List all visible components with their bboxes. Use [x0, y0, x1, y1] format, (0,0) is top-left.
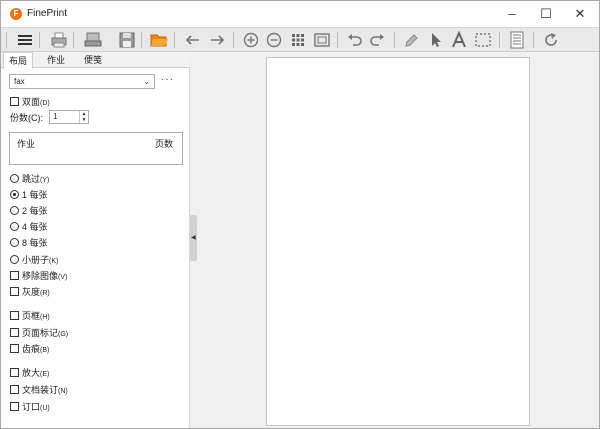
checkbox-box	[10, 368, 19, 377]
edit-icon[interactable]	[401, 31, 421, 49]
chevron-down-icon: ⌄	[143, 77, 150, 86]
forward-arrow-icon[interactable]	[207, 31, 227, 49]
refresh-icon[interactable]	[541, 31, 561, 49]
checkbox-box	[10, 402, 19, 411]
zoom-in-icon[interactable]	[241, 31, 261, 49]
duplex-checkbox[interactable]: 双面(D)	[10, 96, 50, 108]
tab-job[interactable]: 作业	[41, 52, 71, 68]
undo-icon[interactable]	[345, 31, 365, 49]
checkbox-box	[10, 311, 19, 320]
toolbar-separator	[233, 32, 234, 48]
checkbox-box	[10, 287, 19, 296]
toolbar-separator	[141, 32, 142, 48]
page-frame-checkbox[interactable]: 页框(H)	[10, 310, 50, 322]
job-column-header: 作业	[17, 139, 36, 149]
page-preview[interactable]	[266, 57, 530, 426]
layout-option-1up[interactable]: 1 每张	[10, 189, 48, 201]
toolbar-separator	[39, 32, 40, 48]
collapse-arrow-icon: ◀	[191, 235, 196, 241]
layout-option-booklet[interactable]: 小册子(K)	[10, 254, 58, 266]
radio-circle	[10, 174, 19, 183]
checkbox-box	[10, 328, 19, 337]
layout-option-8up[interactable]: 8 每张	[10, 237, 48, 249]
toolbar-separator	[337, 32, 338, 48]
layout-option-skip[interactable]: 跳过(Y)	[10, 173, 49, 185]
settings-panel: 布局 作业 便笺 fax ⌄ ··· 双面(D) 份数(C): 1 ▲ ▼ 作业 …	[1, 52, 190, 428]
save-icon[interactable]	[117, 31, 137, 49]
back-arrow-icon[interactable]	[183, 31, 203, 49]
tab-notes[interactable]: 便笺	[78, 52, 108, 68]
toolbar-separator	[533, 32, 534, 48]
redo-icon[interactable]	[367, 31, 387, 49]
checkbox-box	[10, 97, 19, 106]
document-icon[interactable]	[507, 31, 527, 49]
form-selector[interactable]: fax ⌄	[9, 74, 155, 89]
copies-label: 份数(C):	[10, 113, 43, 123]
pointer-icon[interactable]	[425, 31, 445, 49]
toolbar	[1, 27, 599, 52]
open-folder-icon[interactable]	[149, 31, 169, 49]
select-tool-icon[interactable]	[473, 31, 493, 49]
preview-scroll-edge	[585, 52, 599, 428]
app-logo-icon: F	[10, 8, 22, 20]
perforation-checkbox[interactable]: 齿痕(B)	[10, 343, 49, 355]
window-title: FinePrint	[27, 8, 68, 19]
print-icon[interactable]	[49, 31, 69, 49]
copies-input[interactable]: 1 ▲ ▼	[49, 110, 89, 124]
zoom-out-icon[interactable]	[264, 31, 284, 49]
radio-circle	[10, 222, 19, 231]
close-button[interactable]: ✕	[563, 1, 597, 27]
title-bar: F FinePrint – ☐ ✕	[1, 1, 599, 27]
gutter-checkbox[interactable]: 订口(U)	[10, 401, 50, 413]
panel-splitter[interactable]: ◀	[190, 215, 197, 261]
menu-icon[interactable]	[15, 31, 35, 49]
fit-page-icon[interactable]	[312, 31, 332, 49]
copies-spinner[interactable]: ▲ ▼	[79, 111, 88, 123]
enlarge-checkbox[interactable]: 放大(E)	[10, 367, 49, 379]
checkbox-box	[10, 385, 19, 394]
app-window: F FinePrint – ☐ ✕ 布局 作业 便笺 fax ⌄ ··· 双面(…	[0, 0, 600, 429]
radio-circle	[10, 190, 19, 199]
grayscale-checkbox[interactable]: 灰度(R)	[10, 286, 50, 298]
toolbar-separator	[499, 32, 500, 48]
preview-area	[197, 52, 599, 428]
grid-view-icon[interactable]	[288, 31, 308, 49]
more-options-button[interactable]: ···	[161, 74, 174, 86]
maximize-button[interactable]: ☐	[529, 1, 563, 27]
text-tool-icon[interactable]	[449, 31, 469, 49]
form-selector-value: fax	[14, 77, 25, 86]
toolbar-separator	[394, 32, 395, 48]
page-marks-checkbox[interactable]: 页面标记(G)	[10, 327, 68, 339]
checkbox-box	[10, 344, 19, 353]
radio-circle	[10, 238, 19, 247]
remove-images-checkbox[interactable]: 移除图像(V)	[10, 270, 67, 282]
layout-option-2up[interactable]: 2 每张	[10, 205, 48, 217]
tab-bar: 布局 作业 便笺	[1, 52, 190, 69]
radio-circle	[10, 206, 19, 215]
layout-option-4up[interactable]: 4 每张	[10, 221, 48, 233]
job-table: 作业 页数	[9, 132, 183, 165]
pages-column-header: 页数	[154, 139, 173, 149]
toolbar-separator	[174, 32, 175, 48]
checkbox-box	[10, 271, 19, 280]
toolbar-separator	[73, 32, 74, 48]
radio-circle	[10, 255, 19, 264]
toolbar-separator	[6, 32, 7, 48]
minimize-button[interactable]: –	[495, 1, 529, 27]
print-setup-icon[interactable]	[83, 31, 103, 49]
tab-layout[interactable]: 布局	[3, 52, 33, 69]
document-binding-checkbox[interactable]: 文档装订(N)	[10, 384, 68, 396]
